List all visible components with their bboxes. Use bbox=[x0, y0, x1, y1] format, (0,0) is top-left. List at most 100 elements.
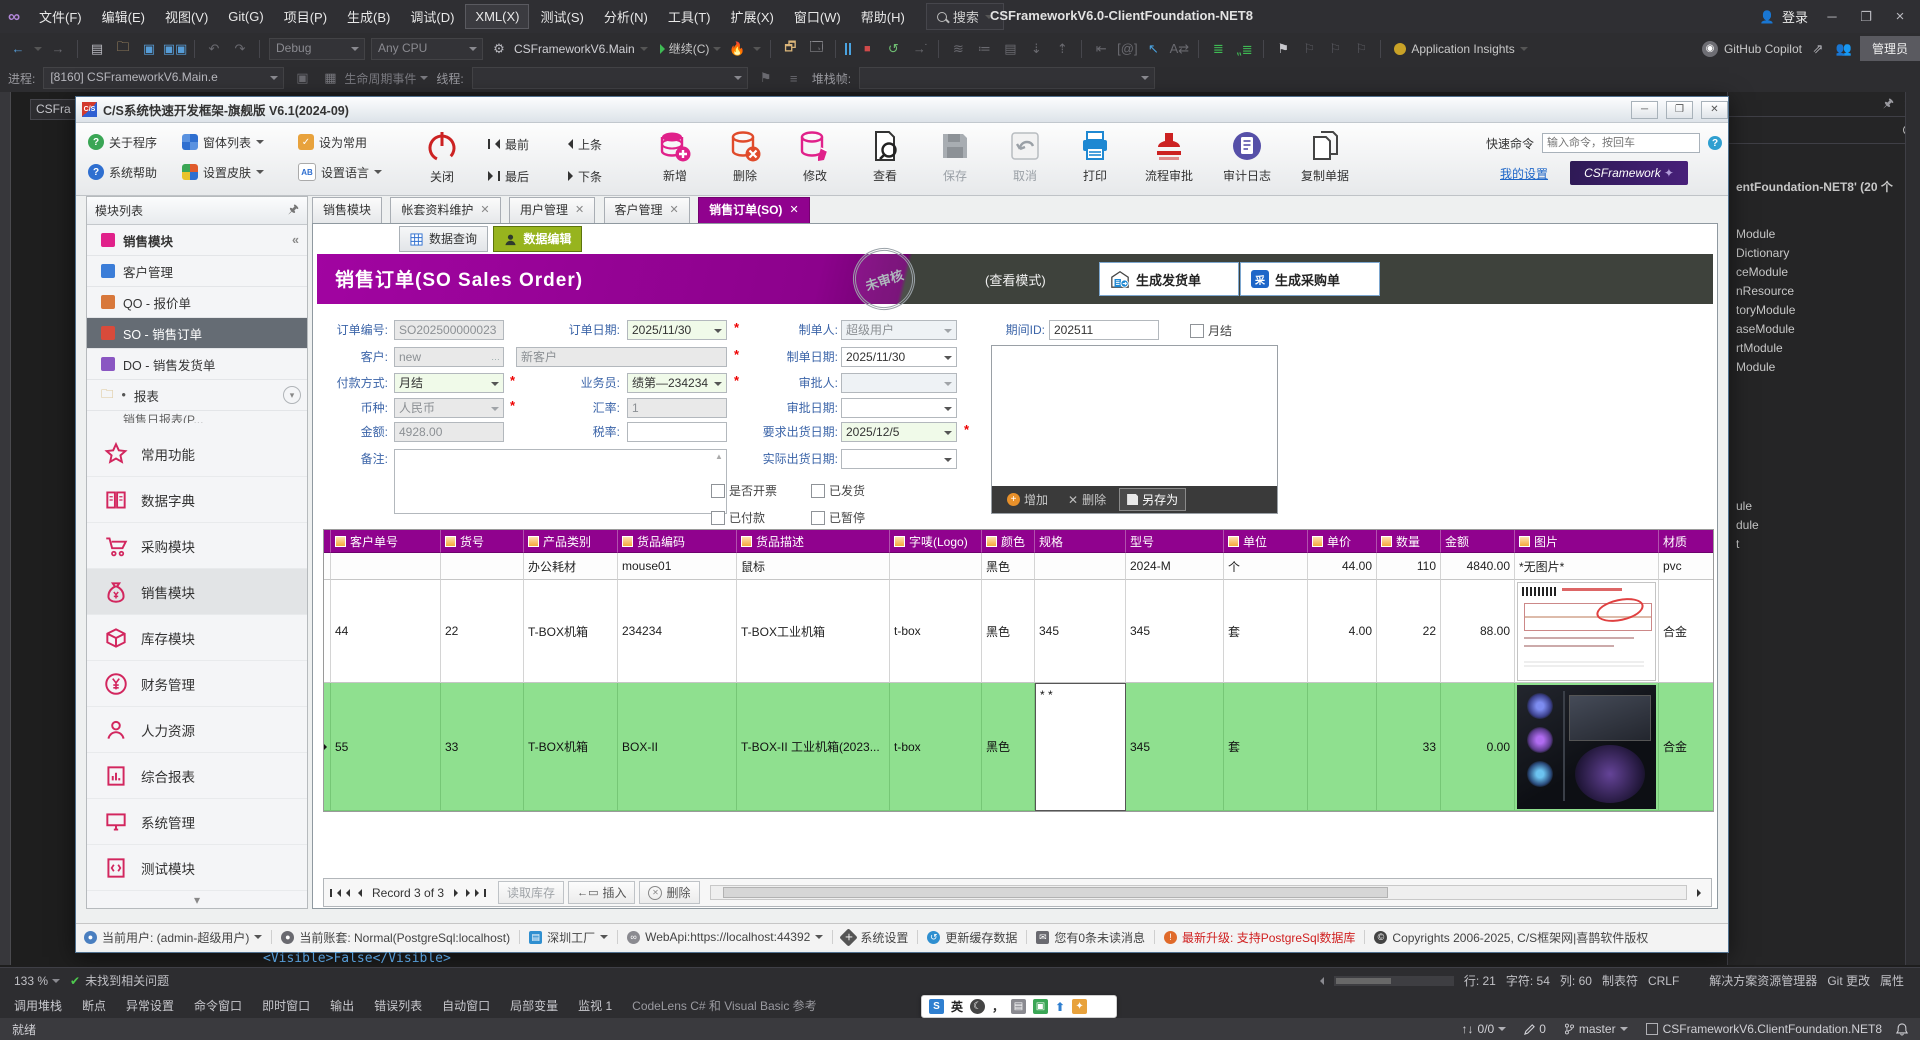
tree-item-qo[interactable]: QO - 报价单 bbox=[87, 287, 307, 318]
nav-first-record[interactable] bbox=[330, 889, 350, 897]
issues-indicator[interactable]: ✔未找到相关问题 bbox=[70, 972, 169, 989]
uncomment-icon[interactable]: ⹂≣ bbox=[1234, 39, 1254, 59]
cell[interactable]: BOX-II bbox=[618, 683, 737, 811]
quick-command-input[interactable] bbox=[1542, 133, 1700, 153]
col-header[interactable]: 货号 bbox=[441, 530, 524, 553]
flag-icon[interactable]: ⚑ bbox=[756, 68, 776, 88]
undo-icon[interactable]: ↶ bbox=[204, 39, 224, 59]
menu-build[interactable]: 生成(B) bbox=[338, 3, 399, 30]
text-tool-icon[interactable]: A⇄ bbox=[1169, 39, 1189, 59]
zoom-control[interactable]: 133 % bbox=[14, 974, 60, 988]
nav-prev-record[interactable] bbox=[354, 889, 362, 897]
menu-test[interactable]: 测试(S) bbox=[531, 3, 592, 30]
ime-picture-icon[interactable]: ▣ bbox=[1033, 999, 1048, 1014]
cell[interactable] bbox=[1308, 683, 1377, 811]
cell[interactable]: 88.00 bbox=[1441, 580, 1515, 683]
cell[interactable]: 黑色 bbox=[982, 580, 1035, 683]
col-header[interactable]: 产品类别 bbox=[524, 530, 618, 553]
cell[interactable] bbox=[890, 553, 982, 580]
cell[interactable]: 345 bbox=[1035, 580, 1126, 683]
menu-window[interactable]: 窗口(W) bbox=[785, 3, 850, 30]
startup-project[interactable]: ⚙CSFrameworkV6.Main bbox=[489, 39, 648, 59]
tree-item-partial[interactable]: 销售日报表(P... bbox=[87, 411, 307, 423]
scroll-down-button[interactable]: ▾ bbox=[283, 386, 301, 404]
grid-row-1[interactable]: 办公耗材 mouse01 鼠标 黑色 2024-M 个 44.00 110 48… bbox=[324, 553, 1713, 580]
menu-project[interactable]: 项目(P) bbox=[275, 3, 336, 30]
step-into-icon[interactable]: ⇣ bbox=[1026, 39, 1046, 59]
solution-item[interactable]: Dictionary bbox=[1728, 244, 1920, 263]
col-header[interactable]: 单价 bbox=[1308, 530, 1377, 553]
breakpoints-panel-icon[interactable]: ≔ bbox=[974, 39, 994, 59]
upgrade-notice[interactable]: !最新升级: 支持PostgreSql数据库 bbox=[1164, 929, 1355, 946]
cell[interactable]: T-BOX机箱 bbox=[524, 683, 618, 811]
customer-name-field[interactable]: 新客户 bbox=[516, 347, 727, 367]
col-header[interactable]: 数量 bbox=[1377, 530, 1441, 553]
cell[interactable]: 44 bbox=[331, 580, 441, 683]
tab-call-stack[interactable]: 调用堆栈 bbox=[14, 997, 62, 1014]
tab-sales-module[interactable]: 销售模块 bbox=[312, 197, 382, 223]
module-system[interactable]: 系统管理 bbox=[87, 799, 307, 845]
cell[interactable]: 鼠标 bbox=[737, 553, 890, 580]
grid-hscrollbar[interactable] bbox=[710, 885, 1688, 900]
remark-field[interactable] bbox=[394, 449, 727, 514]
codelens-label[interactable]: CodeLens C# 和 Visual Basic 参考 bbox=[632, 997, 817, 1014]
generate-purchase-button[interactable]: 采生成采购单 bbox=[1240, 262, 1380, 296]
tab-autos[interactable]: 自动窗口 bbox=[442, 997, 490, 1014]
tab-solution-explorer[interactable]: 解决方案资源管理器 bbox=[1709, 972, 1817, 989]
module-common[interactable]: 常用功能 bbox=[87, 431, 307, 477]
tab-close-icon[interactable]: ✕ bbox=[789, 198, 798, 223]
save-all-icon[interactable]: ▣▣ bbox=[165, 39, 185, 59]
module-reports[interactable]: 综合报表 bbox=[87, 753, 307, 799]
edit-button[interactable]: 修改 bbox=[784, 129, 846, 184]
order-no-field[interactable]: SO202500000023 bbox=[394, 320, 504, 340]
col-header[interactable]: 货品编码 bbox=[618, 530, 737, 553]
stop-icon[interactable]: ■ bbox=[857, 39, 877, 59]
show-threads-icon[interactable]: ≋ bbox=[948, 39, 968, 59]
cell[interactable]: T-BOX工业机箱 bbox=[737, 580, 890, 683]
restart-icon[interactable]: ↺ bbox=[883, 39, 903, 59]
current-user[interactable]: ●当前用户: (admin-超级用户) bbox=[84, 929, 262, 946]
col-header[interactable]: 材质 bbox=[1659, 530, 1713, 553]
cell-editing[interactable]: * * bbox=[1035, 683, 1126, 811]
github-copilot-button[interactable]: ◉GitHub Copilot bbox=[1702, 41, 1802, 57]
scrollbar-thumb[interactable] bbox=[1336, 978, 1391, 984]
cell[interactable]: pvc bbox=[1659, 553, 1713, 580]
comment-icon[interactable]: ≣ bbox=[1208, 39, 1228, 59]
payment-field[interactable]: 月结 bbox=[394, 373, 504, 393]
cell[interactable]: 套 bbox=[1224, 580, 1308, 683]
share-icon[interactable]: ⇗ bbox=[1808, 39, 1828, 59]
app-insights-button[interactable]: Application Insights bbox=[1394, 42, 1527, 56]
salesman-field[interactable]: 绩第—234234 bbox=[627, 373, 727, 393]
refresh-cache-button[interactable]: ↺更新缓存数据 bbox=[927, 929, 1017, 946]
thread-combo[interactable] bbox=[472, 67, 748, 89]
cell[interactable]: 4.00 bbox=[1308, 580, 1377, 683]
cell[interactable]: 黑色 bbox=[982, 553, 1035, 580]
notifications-bell-icon[interactable] bbox=[1896, 1023, 1908, 1036]
about-button[interactable]: ?关于程序 bbox=[88, 131, 157, 153]
tab-user-management[interactable]: 用户管理✕ bbox=[509, 197, 595, 223]
audit-log-button[interactable]: 审计日志 bbox=[1212, 129, 1282, 184]
live-share-icon[interactable]: 👥 bbox=[1834, 39, 1854, 59]
hscroll-left-icon[interactable] bbox=[1316, 977, 1324, 985]
approve-date-field[interactable] bbox=[841, 398, 957, 418]
ime-keyboard-icon[interactable]: ▤ bbox=[1011, 999, 1026, 1014]
grid-row-2[interactable]: 44 22 T-BOX机箱 234234 T-BOX工业机箱 t-box 黑色 … bbox=[324, 580, 1713, 683]
cell-image[interactable] bbox=[1515, 683, 1659, 811]
save-icon[interactable]: ▣ bbox=[139, 39, 159, 59]
editor-hscrollbar[interactable] bbox=[1334, 976, 1454, 986]
char-indicator[interactable]: 字符: 54 bbox=[1506, 972, 1550, 989]
tab-close-icon[interactable]: ✕ bbox=[575, 198, 584, 223]
cell[interactable]: 2024-M bbox=[1126, 553, 1224, 580]
ime-punct-icon[interactable]: ， bbox=[992, 998, 1004, 1015]
cell[interactable] bbox=[441, 553, 524, 580]
cell[interactable]: 合金 bbox=[1659, 580, 1713, 683]
maker-field[interactable]: 超级用户 bbox=[841, 320, 957, 340]
image-saveas-button[interactable]: 另存为 bbox=[1119, 488, 1186, 511]
save-button[interactable]: 保存 bbox=[924, 129, 986, 184]
cell[interactable]: 0.00 bbox=[1441, 683, 1515, 811]
app-titlebar[interactable]: C/S C/S系统快速开发框架-旗舰版 V6.1(2024-09) ─ ❐ ✕ bbox=[76, 97, 1728, 123]
nav-next-button[interactable]: 下条 bbox=[568, 165, 602, 187]
bookmark-icon[interactable]: ⚑ bbox=[1273, 39, 1293, 59]
cell[interactable]: 33 bbox=[1377, 683, 1441, 811]
lifecycle-button[interactable]: ▦生命周期事件 bbox=[320, 68, 428, 88]
